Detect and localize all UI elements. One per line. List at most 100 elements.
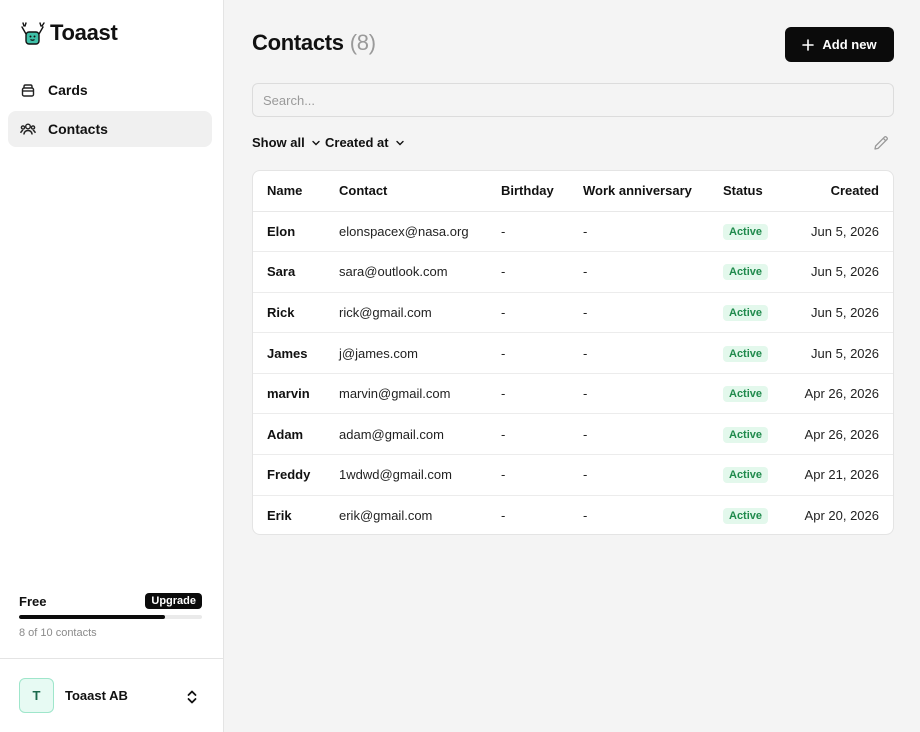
cell-created: Apr 21, 2026 [795, 454, 893, 496]
page-title: Contacts (8) [252, 30, 376, 56]
cell-created: Jun 5, 2026 [795, 211, 893, 253]
page-title-text: Contacts [252, 30, 344, 55]
cell-status: Active [723, 332, 795, 374]
cell-status: Active [723, 292, 795, 334]
column-header-contact[interactable]: Contact [339, 171, 501, 212]
cell-birthday: - [501, 413, 583, 456]
column-header-work-anniversary[interactable]: Work anniversary [583, 171, 723, 212]
cell-birthday: - [501, 373, 583, 415]
table-row[interactable]: marvin marvin@gmail.com - - Active Apr 26, 20… [253, 373, 893, 415]
status-badge: Active [723, 223, 769, 240]
cell-birthday: - [501, 211, 583, 253]
cell-contact: rick@gmail.com [339, 292, 501, 334]
status-badge: Active [723, 264, 769, 281]
users-icon [20, 121, 36, 137]
table-row[interactable]: Rick rick@gmail.com - - Active Jun 5, 2026 [253, 292, 893, 334]
cell-birthday: - [501, 292, 583, 334]
cell-name: Adam [253, 413, 339, 456]
status-badge: Active [723, 386, 769, 403]
show-filter-label: Show all [252, 135, 305, 150]
add-new-button[interactable]: Add new [785, 27, 894, 62]
usage-progress-fill [19, 615, 166, 619]
show-filter-dropdown[interactable]: Show all [252, 135, 321, 150]
cell-work-anniversary: - [583, 373, 723, 415]
table-row[interactable]: Elon elonspacex@nasa.org - - Active Jun 5, 20… [253, 211, 893, 253]
table-row[interactable]: Adam adam@gmail.com - - Active Apr 26, 2026 [253, 413, 893, 456]
cell-work-anniversary: - [583, 292, 723, 334]
cell-created: Jun 5, 2026 [795, 292, 893, 334]
add-new-label: Add new [822, 37, 877, 52]
app-logo[interactable]: Toaast [20, 20, 118, 46]
usage-caption: 8 of 10 contacts [19, 627, 97, 639]
status-badge: Active [723, 304, 769, 321]
cell-contact: 1wdwd@gmail.com [339, 454, 501, 496]
contacts-table: Name Contact Birthday Work anniversary S… [252, 170, 894, 535]
cell-contact: sara@outlook.com [339, 251, 501, 293]
cell-work-anniversary: - [583, 251, 723, 293]
sidebar: Toaast Cards Contacts Free Upgrade 8 of … [0, 0, 224, 732]
toaast-logo-icon [21, 22, 45, 45]
cell-created: Apr 20, 2026 [804, 508, 879, 524]
cell-contact: adam@gmail.com [339, 413, 501, 456]
table-row[interactable]: James j@james.com - - Active Jun 5, 2026 [253, 332, 893, 374]
cell-created: Apr 26, 2026 [795, 413, 893, 456]
cell-name: Rick [253, 292, 339, 334]
cell-work-anniversary: - [583, 454, 723, 496]
cell-name: marvin [253, 373, 339, 415]
cell-created: Jun 5, 2026 [795, 332, 893, 374]
cell-status: Active [723, 373, 795, 415]
cell-birthday: - [501, 454, 583, 496]
chevron-down-icon [312, 140, 320, 145]
column-header-birthday[interactable]: Birthday [501, 171, 583, 212]
cell-birthday: - [501, 508, 506, 524]
plus-icon [802, 38, 815, 51]
sidebar-item-contacts[interactable]: Contacts [8, 111, 212, 147]
status-badge: Active [723, 345, 769, 362]
cell-work-anniversary: - [583, 413, 723, 456]
cell-contact: elonspacex@nasa.org [339, 211, 501, 253]
pencil-icon[interactable] [872, 134, 890, 152]
sidebar-item-label: Contacts [48, 121, 108, 137]
main-content: Contacts(8) Add new Show all Created at … [224, 0, 920, 732]
cell-status: Active [723, 251, 795, 293]
cell-status: Active [723, 495, 795, 534]
upgrade-button[interactable]: Upgrade [145, 593, 202, 609]
cell-work-anniversary: - [583, 508, 588, 524]
cell-created: Apr 26, 2026 [795, 373, 893, 415]
cell-status: Active [723, 211, 795, 253]
search-input[interactable] [252, 83, 894, 117]
cell-work-anniversary: - [583, 211, 723, 253]
table-row[interactable]: Erik erik@gmail.com - - Active Apr 20, 2026 [253, 495, 893, 534]
org-name: Toaast AB [65, 688, 128, 703]
cell-birthday: - [501, 332, 583, 374]
sort-label: Created at [325, 135, 389, 150]
cell-name: Erik [267, 508, 292, 524]
cards-icon [20, 82, 36, 98]
sort-dropdown[interactable]: Created at [325, 135, 405, 150]
cell-name: Freddy [253, 454, 339, 496]
cell-birthday: - [501, 251, 583, 293]
cell-contact: marvin@gmail.com [339, 373, 501, 415]
cell-status: Active [723, 454, 795, 496]
plan-usage: Free Upgrade 8 of 10 contacts [19, 591, 202, 639]
cell-name: James [253, 332, 339, 374]
plan-name: Free [19, 593, 47, 609]
sidebar-item-label: Cards [48, 82, 88, 98]
column-header-name[interactable]: Name [253, 171, 339, 212]
cell-name: Sara [253, 251, 339, 293]
column-header-status[interactable]: Status [723, 171, 795, 212]
cell-status: Active [723, 413, 795, 456]
app-name: Toaast [50, 20, 118, 45]
org-avatar: T [19, 678, 54, 713]
sidebar-item-cards[interactable]: Cards [8, 72, 212, 108]
table-row[interactable]: Sara sara@outlook.com - - Active Jun 5, 2026 [253, 251, 893, 293]
contacts-count: (8) [349, 30, 376, 55]
chevrons-up-down-icon [187, 690, 197, 704]
table-header-row: Name Contact Birthday Work anniversary S… [253, 171, 893, 212]
cell-work-anniversary: - [583, 332, 723, 374]
status-badge: Active [723, 508, 769, 525]
cell-contact: j@james.com [339, 332, 501, 374]
table-row[interactable]: Freddy 1wdwd@gmail.com - - Active Apr 21, 202… [253, 454, 893, 496]
column-header-created[interactable]: Created [795, 171, 893, 212]
org-switcher[interactable]: T Toaast AB [0, 658, 223, 732]
